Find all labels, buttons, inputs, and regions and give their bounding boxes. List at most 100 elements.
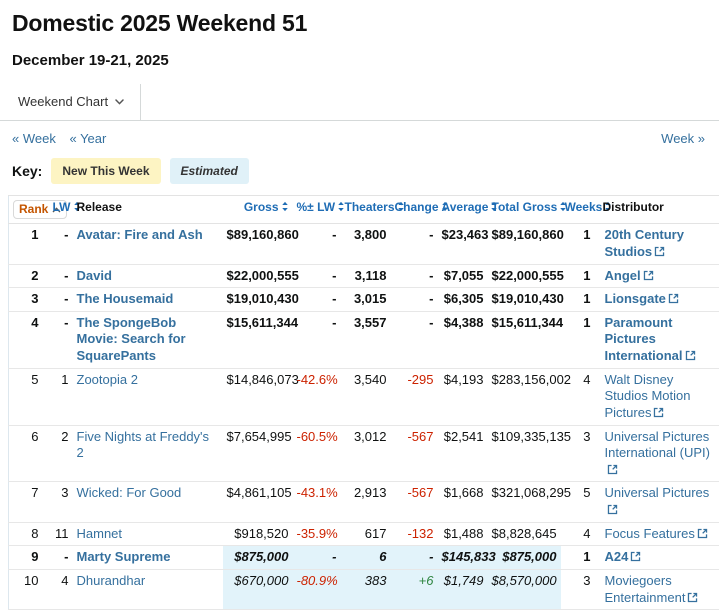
cell-rank: 3 (9, 288, 49, 312)
weekend-box-office-table: Rank LW Release Gross %± LW Theaters Cha… (8, 195, 719, 610)
cell-average: $6,305 (438, 288, 488, 312)
cell-theaters: 383 (341, 569, 391, 609)
cell-total-gross: $875,000 (488, 546, 561, 570)
cell-rank: 9 (9, 546, 49, 570)
distributor-link[interactable]: Universal Pictures (605, 485, 710, 517)
table-row: 6 2 Five Nights at Freddy's 2 $7,654,995… (9, 425, 719, 482)
cell-gross: $14,846,073 (223, 368, 293, 425)
cell-pct-lw: - (293, 546, 341, 570)
external-link-icon (654, 246, 665, 257)
distributor-link[interactable]: Lionsgate (605, 291, 679, 306)
table-row: 1 - Avatar: Fire and Ash $89,160,860 - 3… (9, 224, 719, 264)
cell-rank: 8 (9, 522, 49, 546)
external-link-icon (653, 407, 664, 418)
sort-icon (281, 201, 289, 212)
external-link-icon (687, 592, 698, 603)
release-link[interactable]: David (77, 268, 112, 283)
tab-weekend-chart[interactable]: Weekend Chart (0, 84, 141, 120)
column-header-pct-lw[interactable]: %± LW (293, 196, 341, 224)
release-link[interactable]: Marty Supreme (77, 549, 171, 564)
table-row: 3 - The Housemaid $19,010,430 - 3,015 - … (9, 288, 719, 312)
distributor-link[interactable]: Universal Pictures International (UPI) (605, 429, 711, 477)
cell-release: Zootopia 2 (73, 368, 223, 425)
distributor-link[interactable]: Walt Disney Studios Motion Pictures (605, 372, 691, 420)
cell-rank: 1 (9, 224, 49, 264)
cell-total-gross: $8,828,645 (488, 522, 561, 546)
cell-lw: - (49, 288, 73, 312)
cell-distributor: Lionsgate (599, 288, 719, 312)
distributor-link[interactable]: Focus Features (605, 526, 708, 541)
cell-distributor: A24 (599, 546, 719, 570)
cell-distributor: Walt Disney Studios Motion Pictures (599, 368, 719, 425)
cell-theaters: 3,118 (341, 264, 391, 288)
external-link-icon (643, 270, 654, 281)
prev-week-link[interactable]: « Week (12, 131, 56, 146)
distributor-link[interactable]: 20th Century Studios (605, 227, 684, 259)
release-link[interactable]: Avatar: Fire and Ash (77, 227, 203, 242)
table-row: 4 - The SpongeBob Movie: Search for Squa… (9, 311, 719, 368)
external-link-icon (685, 350, 696, 361)
external-link-icon (668, 293, 679, 304)
cell-change: - (391, 288, 438, 312)
cell-release: David (73, 264, 223, 288)
cell-lw: 2 (49, 425, 73, 482)
column-header-rank[interactable]: Rank (9, 196, 49, 224)
column-header-total-gross[interactable]: Total Gross (488, 196, 561, 224)
date-range: December 19-21, 2025 (12, 52, 707, 69)
cell-theaters: 3,800 (341, 224, 391, 264)
legend: Key: New This Week Estimated (0, 150, 719, 195)
cell-gross: $670,000 (223, 569, 293, 609)
cell-average: $4,388 (438, 311, 488, 368)
legend-new-this-week: New This Week (51, 158, 160, 184)
release-link[interactable]: Five Nights at Freddy's 2 (77, 429, 210, 461)
cell-theaters: 2,913 (341, 482, 391, 522)
cell-rank: 5 (9, 368, 49, 425)
cell-gross: $7,654,995 (223, 425, 293, 482)
column-header-lw[interactable]: LW (49, 196, 73, 224)
cell-theaters: 6 (341, 546, 391, 570)
cell-total-gross: $283,156,002 (488, 368, 561, 425)
cell-total-gross: $19,010,430 (488, 288, 561, 312)
column-header-average[interactable]: Average (438, 196, 488, 224)
release-link[interactable]: Zootopia 2 (77, 372, 138, 387)
cell-rank: 2 (9, 264, 49, 288)
tab-weekend-chart-label: Weekend Chart (18, 94, 108, 109)
cell-pct-lw: -80.9% (293, 569, 341, 609)
distributor-link[interactable]: A24 (605, 549, 642, 564)
cell-average: $1,488 (438, 522, 488, 546)
release-link[interactable]: Hamnet (77, 526, 123, 541)
cell-pct-lw: -43.1% (293, 482, 341, 522)
column-header-weeks[interactable]: Weeks (561, 196, 599, 224)
table-row: 5 1 Zootopia 2 $14,846,073 -42.6% 3,540 … (9, 368, 719, 425)
cell-weeks: 1 (561, 264, 599, 288)
cell-theaters: 3,557 (341, 311, 391, 368)
release-link[interactable]: Dhurandhar (77, 573, 146, 588)
column-header-change[interactable]: Change (391, 196, 438, 224)
external-link-icon (630, 551, 641, 562)
cell-average: $2,541 (438, 425, 488, 482)
column-header-gross[interactable]: Gross (223, 196, 293, 224)
distributor-link[interactable]: Paramount Pictures International (605, 315, 696, 363)
release-link[interactable]: The SpongeBob Movie: Search for SquarePa… (77, 315, 186, 363)
release-link[interactable]: Wicked: For Good (77, 485, 182, 500)
table-row: 9 - Marty Supreme $875,000 - 6 - $145,83… (9, 546, 719, 570)
cell-pct-lw: -35.9% (293, 522, 341, 546)
next-week-link[interactable]: Week » (661, 131, 705, 146)
distributor-link[interactable]: Angel (605, 268, 654, 283)
cell-distributor: Universal Pictures (599, 482, 719, 522)
cell-pct-lw: -42.6% (293, 368, 341, 425)
cell-theaters: 3,012 (341, 425, 391, 482)
column-header-rank-label: Rank (19, 202, 48, 217)
column-header-theaters[interactable]: Theaters (341, 196, 391, 224)
cell-theaters: 3,015 (341, 288, 391, 312)
distributor-link[interactable]: Moviegoers Entertainment (605, 573, 699, 605)
cell-change: -132 (391, 522, 438, 546)
prev-year-link[interactable]: « Year (69, 131, 106, 146)
cell-rank: 4 (9, 311, 49, 368)
cell-average: $1,668 (438, 482, 488, 522)
cell-distributor: 20th Century Studios (599, 224, 719, 264)
release-link[interactable]: The Housemaid (77, 291, 174, 306)
cell-release: Hamnet (73, 522, 223, 546)
cell-pct-lw: - (293, 224, 341, 264)
legend-label: Key: (12, 163, 42, 179)
